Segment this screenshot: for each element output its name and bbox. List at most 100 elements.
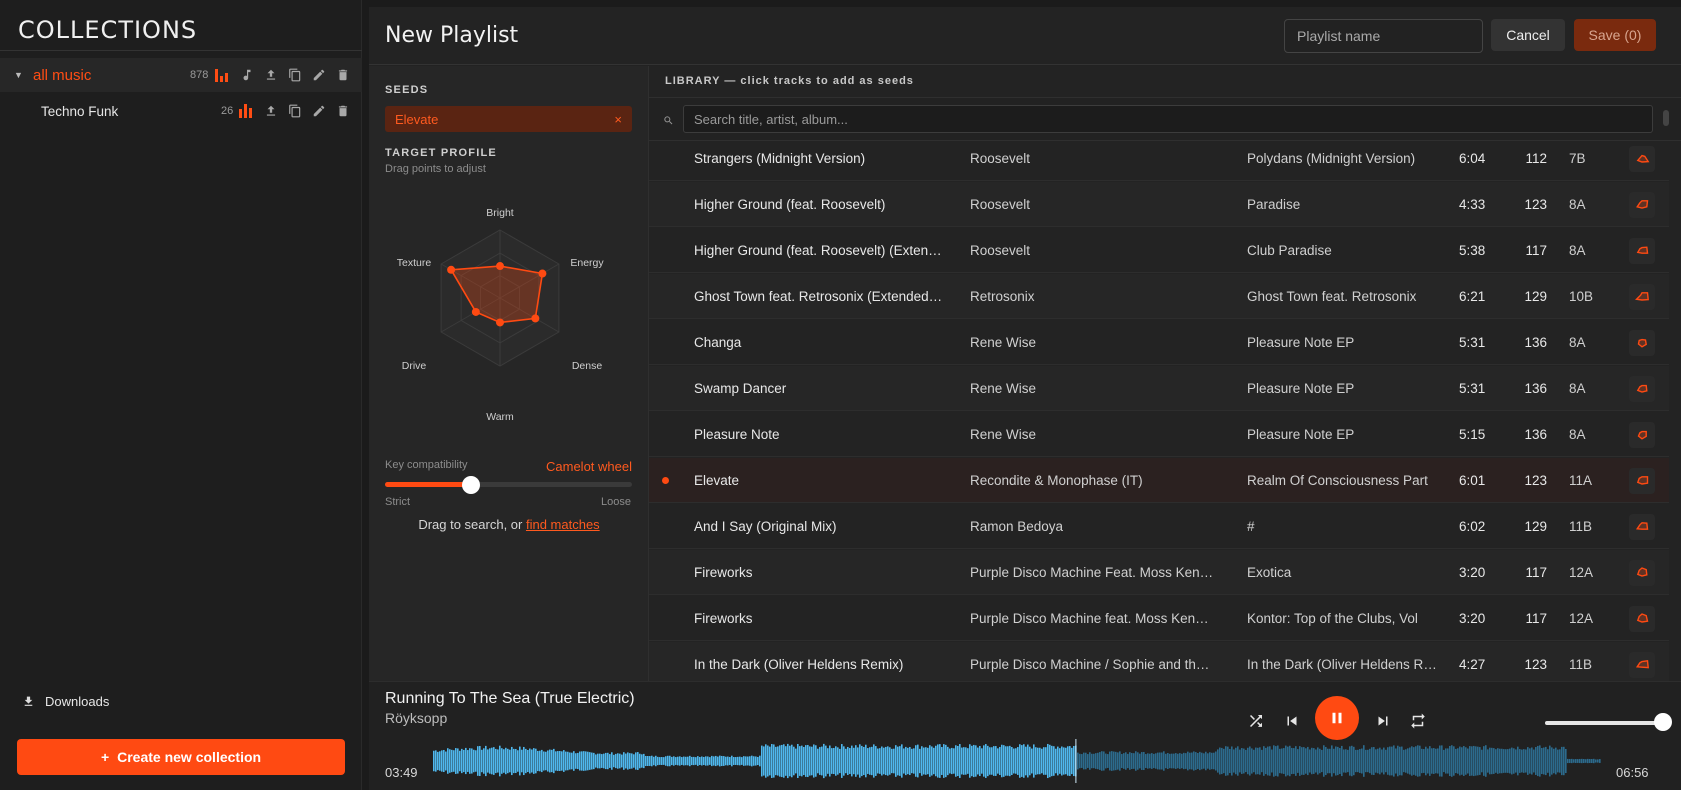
previous-button[interactable] — [1281, 710, 1303, 732]
waveform-bar — [895, 745, 897, 777]
track-artist: Rene Wise — [970, 427, 1037, 442]
waveform-bar — [1007, 746, 1009, 776]
track-row[interactable]: Higher Ground (feat. Roosevelt) Roosevelt… — [649, 182, 1669, 227]
slider-thumb[interactable] — [462, 476, 481, 494]
waveform-bar — [1381, 749, 1383, 773]
key-compat-slider[interactable] — [385, 476, 632, 494]
edit-icon[interactable] — [312, 104, 326, 118]
save-button[interactable]: Save (0) — [1574, 19, 1656, 51]
waveform-bar — [1287, 746, 1289, 776]
profile-handle[interactable] — [471, 307, 480, 316]
track-row[interactable]: In the Dark (Oliver Heldens Remix) Purple… — [649, 642, 1669, 681]
track-album: Club Paradise — [1247, 243, 1332, 258]
waveform-bar — [603, 753, 605, 769]
create-collection-button[interactable]: + Create new collection — [17, 739, 345, 775]
camelot-wheel-toggle[interactable]: Camelot wheel — [546, 459, 632, 474]
waveform-bar — [1291, 747, 1293, 775]
waveform-bar — [997, 748, 999, 774]
profile-shape — [1636, 246, 1649, 254]
collection-item-techno-funk[interactable]: Techno Funk 26 — [0, 94, 362, 128]
volume-slider[interactable] — [1545, 721, 1665, 725]
waveform-bar — [441, 750, 443, 772]
waveform-bar — [1133, 753, 1135, 769]
profile-handle[interactable] — [531, 314, 540, 323]
track-row[interactable]: Fireworks Purple Disco Machine Feat. Moss… — [649, 550, 1669, 595]
profile-handle[interactable] — [447, 265, 456, 274]
profile-handle[interactable] — [496, 262, 504, 271]
track-row[interactable]: Higher Ground (feat. Roosevelt) (Extende… — [649, 228, 1669, 273]
waveform-bar — [623, 752, 625, 770]
remove-seed-icon[interactable]: × — [614, 112, 622, 127]
downloads-link[interactable]: Downloads — [22, 694, 109, 709]
shuffle-button[interactable] — [1245, 710, 1267, 732]
levels-icon — [215, 68, 228, 82]
waveform-bar — [1097, 752, 1099, 770]
profile-handle[interactable] — [538, 269, 547, 278]
collection-item-all-music[interactable]: ▼ all music 878 — [0, 58, 362, 92]
waveform-bar — [827, 748, 829, 774]
waveform-bar — [451, 749, 453, 773]
waveform-bar — [439, 751, 441, 771]
track-row[interactable]: Strangers (Midnight Version) Roosevelt Pol… — [649, 142, 1669, 181]
waveform-bar — [537, 750, 539, 772]
waveform-bar — [1401, 746, 1403, 776]
waveform-bar — [1199, 751, 1201, 771]
waveform-bar — [983, 745, 985, 777]
track-row[interactable]: Changa Rene Wise Pleasure Note EP 5:31 136 8A — [649, 320, 1669, 365]
waveform-bar — [1331, 745, 1333, 777]
waveform-bar — [487, 749, 489, 773]
waveform-bar — [1037, 747, 1039, 775]
waveform-bar — [443, 749, 445, 773]
track-row[interactable]: Elevate Recondite & Monophase (IT) Realm O… — [649, 458, 1669, 503]
next-button[interactable] — [1372, 710, 1394, 732]
target-profile-radar[interactable]: Bright Energy Dense Warm Drive Texture — [385, 194, 635, 424]
track-title: Changa — [694, 335, 742, 350]
cancel-button[interactable]: Cancel — [1491, 19, 1565, 51]
track-key: 8A — [1569, 197, 1586, 212]
track-row[interactable]: Swamp Dancer Rene Wise Pleasure Note EP 5:3… — [649, 366, 1669, 411]
waveform-bar — [1131, 752, 1133, 770]
library-search-input[interactable] — [683, 105, 1653, 133]
track-row[interactable]: Ghost Town feat. Retrosonix (Extended Mi… — [649, 274, 1669, 319]
track-row[interactable]: Fireworks Purple Disco Machine feat. Moss… — [649, 596, 1669, 641]
waveform-bar — [1469, 746, 1471, 776]
waveform-bar — [1595, 759, 1597, 763]
find-matches-link[interactable]: find matches — [526, 517, 600, 532]
track-bpm: 117 — [1525, 611, 1547, 626]
duplicate-icon[interactable] — [288, 104, 302, 118]
export-icon[interactable] — [264, 104, 278, 118]
export-icon[interactable] — [264, 68, 278, 82]
waveform-bar — [961, 747, 963, 775]
radar-axis-label: Texture — [397, 257, 432, 269]
waveform-bar — [859, 744, 861, 778]
target-profile-hint: Drag points to adjust — [385, 163, 486, 175]
volume-thumb[interactable] — [1654, 713, 1673, 731]
track-row[interactable]: Pleasure Note Rene Wise Pleasure Note EP 5:… — [649, 412, 1669, 457]
track-row[interactable]: And I Say (Original Mix) Ramon Bedoya #6:0… — [649, 504, 1669, 549]
waveform-bar — [1455, 748, 1457, 774]
waveform-bar — [1293, 748, 1295, 774]
waveform-bar — [799, 746, 801, 776]
track-album: Paradise — [1247, 197, 1301, 212]
edit-icon[interactable] — [312, 68, 326, 82]
waveform-seekbar[interactable] — [433, 739, 1601, 783]
waveform-bar — [815, 745, 817, 777]
repeat-button[interactable] — [1407, 710, 1429, 732]
music-note-icon[interactable] — [240, 68, 254, 82]
play-pause-button[interactable] — [1315, 696, 1359, 740]
delete-icon[interactable] — [336, 104, 350, 118]
waveform-bar — [1125, 752, 1127, 770]
profile-handle[interactable] — [496, 318, 504, 327]
expand-caret-icon[interactable]: ▼ — [14, 70, 23, 80]
profile-shape — [1634, 292, 1649, 301]
shuffle-icon — [1250, 715, 1262, 727]
waveform-bar — [1447, 748, 1449, 774]
waveform-bar — [1041, 748, 1043, 774]
waveform-bar — [1551, 747, 1553, 775]
library-scrollbar[interactable] — [1663, 110, 1669, 126]
playlist-name-input[interactable] — [1284, 19, 1483, 53]
waveform-bar — [933, 747, 935, 775]
delete-icon[interactable] — [336, 68, 350, 82]
waveform-bar — [759, 755, 761, 767]
duplicate-icon[interactable] — [288, 68, 302, 82]
